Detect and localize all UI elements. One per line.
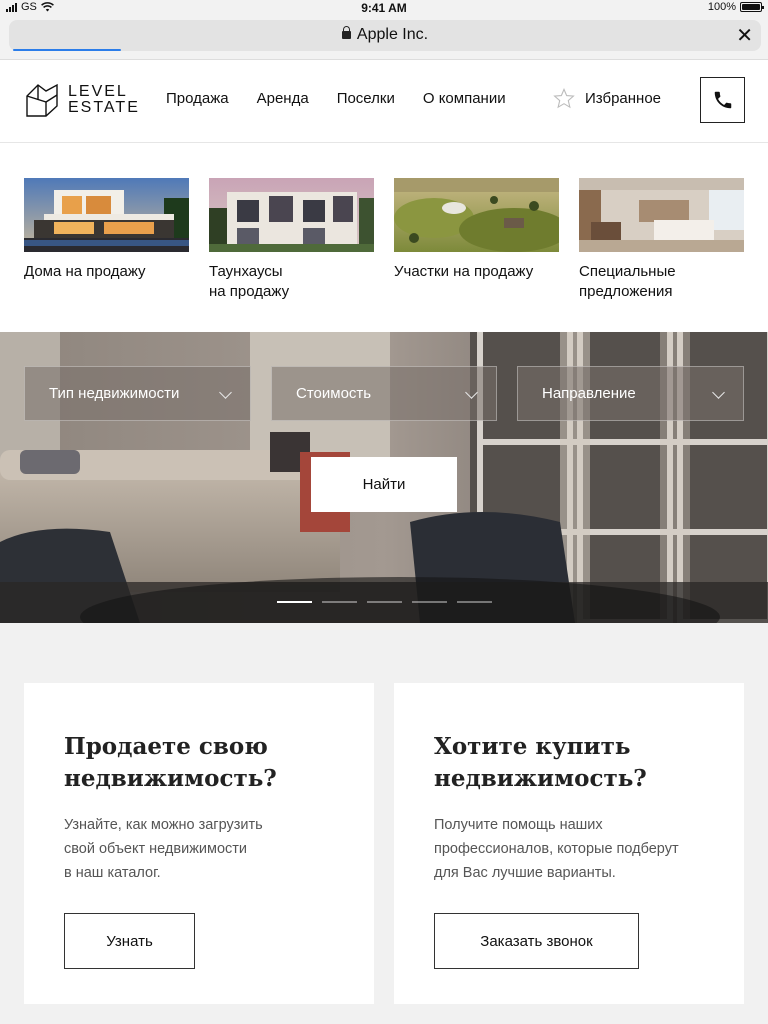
- battery-icon: [740, 2, 764, 12]
- category-image-townhouses: [209, 178, 374, 252]
- nav-item-villages[interactable]: Поселки: [337, 90, 395, 107]
- slide-indicator[interactable]: [277, 601, 312, 603]
- phone-icon: [714, 91, 731, 109]
- category-section: Дома на продажу Таунхаусы на продажу Уча…: [0, 143, 768, 332]
- search-button[interactable]: Найти: [311, 457, 457, 512]
- card-text: Узнайте, как можно загрузить свой объект…: [64, 817, 263, 881]
- favorites-link[interactable]: Избранное: [553, 88, 661, 109]
- nav-item-rent[interactable]: Аренда: [257, 90, 309, 107]
- category-label: Таунхаусы на продажу: [209, 263, 290, 300]
- filter-label: Тип недвижимости: [49, 385, 180, 402]
- page-load-progress: [13, 49, 121, 51]
- main-nav: Продажа Аренда Поселки О компании: [166, 90, 506, 107]
- slide-indicator[interactable]: [367, 601, 402, 603]
- site-header: LEVEL ESTATE Продажа Аренда Поселки О ко…: [0, 60, 768, 143]
- sell-card: Продаете свою недвижимость? Узнайте, как…: [24, 683, 374, 1004]
- lock-icon: [341, 26, 351, 39]
- logo-text: LEVEL ESTATE: [68, 84, 140, 116]
- nav-item-about[interactable]: О компании: [423, 90, 506, 107]
- filter-label: Стоимость: [296, 385, 372, 402]
- address-bar[interactable]: Apple Inc. ✕: [9, 20, 761, 51]
- nav-item-sale[interactable]: Продажа: [166, 90, 229, 107]
- buy-card: Хотите купить недвижимость? Получите пом…: [394, 683, 744, 1004]
- logo-house-icon: [26, 83, 58, 117]
- filter-direction[interactable]: Направление: [517, 366, 744, 421]
- status-right: 100%: [707, 1, 764, 13]
- slider-pagination: [277, 601, 492, 603]
- filter-price[interactable]: Стоимость: [271, 366, 497, 421]
- browser-toolbar: Apple Inc. ✕: [0, 16, 768, 60]
- category-card-plots[interactable]: Участки на продажу: [394, 178, 559, 282]
- slide-indicator[interactable]: [457, 601, 492, 603]
- category-label: Дома на продажу: [24, 263, 146, 280]
- close-icon[interactable]: ✕: [736, 23, 753, 48]
- category-label: Участки на продажу: [394, 263, 534, 280]
- category-card-special[interactable]: Специальные предложения: [579, 178, 744, 302]
- category-card-houses[interactable]: Дома на продажу: [24, 178, 189, 282]
- favorites-label: Избранное: [585, 90, 662, 107]
- category-label: Специальные предложения: [579, 263, 676, 300]
- status-time: 9:41 AM: [361, 1, 407, 15]
- card-title: Продаете свою недвижимость?: [64, 733, 277, 792]
- battery-percent: 100%: [707, 1, 736, 13]
- filter-property-type[interactable]: Тип недвижимости: [24, 366, 251, 421]
- card-title: Хотите купить недвижимость?: [434, 733, 647, 792]
- chevron-down-icon: [219, 386, 232, 399]
- status-bar: GS 9:41 AM 100%: [0, 0, 768, 16]
- logo-line-1: LEVEL: [68, 83, 128, 100]
- category-image-houses: [24, 178, 189, 252]
- card-text: Получите помощь наших профессионалов, ко…: [434, 817, 679, 881]
- learn-more-button[interactable]: Узнать: [64, 913, 195, 969]
- category-card-townhouses[interactable]: Таунхаусы на продажу: [209, 178, 374, 302]
- category-image-special: [579, 178, 744, 252]
- slide-indicator[interactable]: [322, 601, 357, 603]
- phone-button[interactable]: [700, 77, 745, 123]
- category-image-plots: [394, 178, 559, 252]
- star-icon: [553, 88, 575, 109]
- address-display[interactable]: Apple Inc.: [9, 26, 761, 44]
- filter-label: Направление: [542, 385, 636, 402]
- slide-indicator[interactable]: [412, 601, 447, 603]
- site-logo[interactable]: LEVEL ESTATE: [24, 82, 140, 118]
- chevron-down-icon: [465, 386, 478, 399]
- logo-line-2: ESTATE: [68, 99, 140, 116]
- chevron-down-icon: [712, 386, 725, 399]
- hero-search: Тип недвижимости Стоимость Направление Н…: [0, 332, 768, 623]
- order-call-button[interactable]: Заказать звонок: [434, 913, 639, 969]
- site-name: Apple Inc.: [356, 26, 429, 43]
